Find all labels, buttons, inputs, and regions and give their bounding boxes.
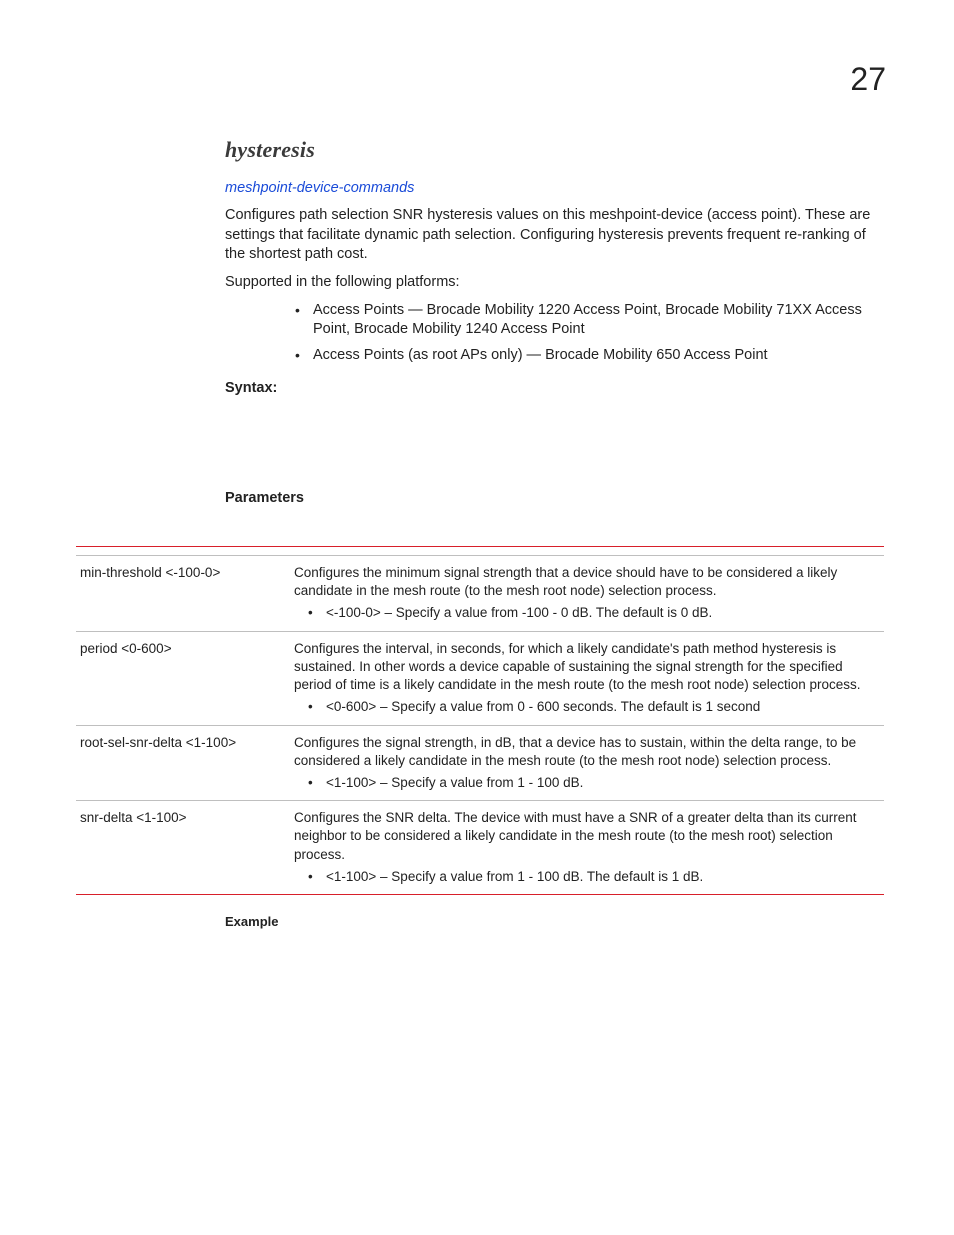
syntax-label: Syntax: xyxy=(225,379,885,399)
parameters-label: Parameters xyxy=(225,489,885,509)
example-label: Example xyxy=(225,913,884,931)
param-name: root-sel-snr-delta <1-100> xyxy=(76,725,290,801)
param-desc: Configures the SNR delta. The device wit… xyxy=(290,801,884,895)
table-row: snr-delta <1-100> Configures the SNR del… xyxy=(76,801,884,895)
table-row: period <0-600> Configures the interval, … xyxy=(76,631,884,725)
list-item: Access Points — Brocade Mobility 1220 Ac… xyxy=(295,301,885,340)
param-name: period <0-600> xyxy=(76,631,290,725)
param-desc-text: Configures the minimum signal strength t… xyxy=(294,565,837,598)
intro-paragraph: Configures path selection SNR hysteresis… xyxy=(225,206,885,265)
breadcrumb-link[interactable]: meshpoint-device-commands xyxy=(225,179,885,199)
param-name: snr-delta <1-100> xyxy=(76,801,290,895)
platforms-list: Access Points — Brocade Mobility 1220 Ac… xyxy=(225,301,885,366)
param-bullet: <1-100> – Specify a value from 1 - 100 d… xyxy=(308,774,872,792)
content-column: hysteresis meshpoint-device-commands Con… xyxy=(225,135,885,516)
parameters-table-wrap: min-threshold <-100-0> Configures the mi… xyxy=(76,546,884,939)
param-bullet: <-100-0> – Specify a value from -100 - 0… xyxy=(308,604,872,622)
platforms-lead: Supported in the following platforms: xyxy=(225,273,885,293)
table-row: min-threshold <-100-0> Configures the mi… xyxy=(76,556,884,632)
page-number: 27 xyxy=(850,58,886,101)
param-desc: Configures the minimum signal strength t… xyxy=(290,556,884,632)
list-item: Access Points (as root APs only) — Broca… xyxy=(295,346,885,366)
param-bullet: <0-600> – Specify a value from 0 - 600 s… xyxy=(308,698,872,716)
parameters-table: min-threshold <-100-0> Configures the mi… xyxy=(76,546,884,895)
param-desc-text: Configures the signal strength, in dB, t… xyxy=(294,735,856,768)
param-desc: Configures the signal strength, in dB, t… xyxy=(290,725,884,801)
param-desc-text: Configures the interval, in seconds, for… xyxy=(294,641,861,692)
param-desc: Configures the interval, in seconds, for… xyxy=(290,631,884,725)
table-row: root-sel-snr-delta <1-100> Configures th… xyxy=(76,725,884,801)
param-name: min-threshold <-100-0> xyxy=(76,556,290,632)
page: 27 hysteresis meshpoint-device-commands … xyxy=(0,0,954,1235)
param-bullet: <1-100> – Specify a value from 1 - 100 d… xyxy=(308,868,872,886)
param-desc-text: Configures the SNR delta. The device wit… xyxy=(294,810,857,861)
section-title: hysteresis xyxy=(225,135,885,165)
